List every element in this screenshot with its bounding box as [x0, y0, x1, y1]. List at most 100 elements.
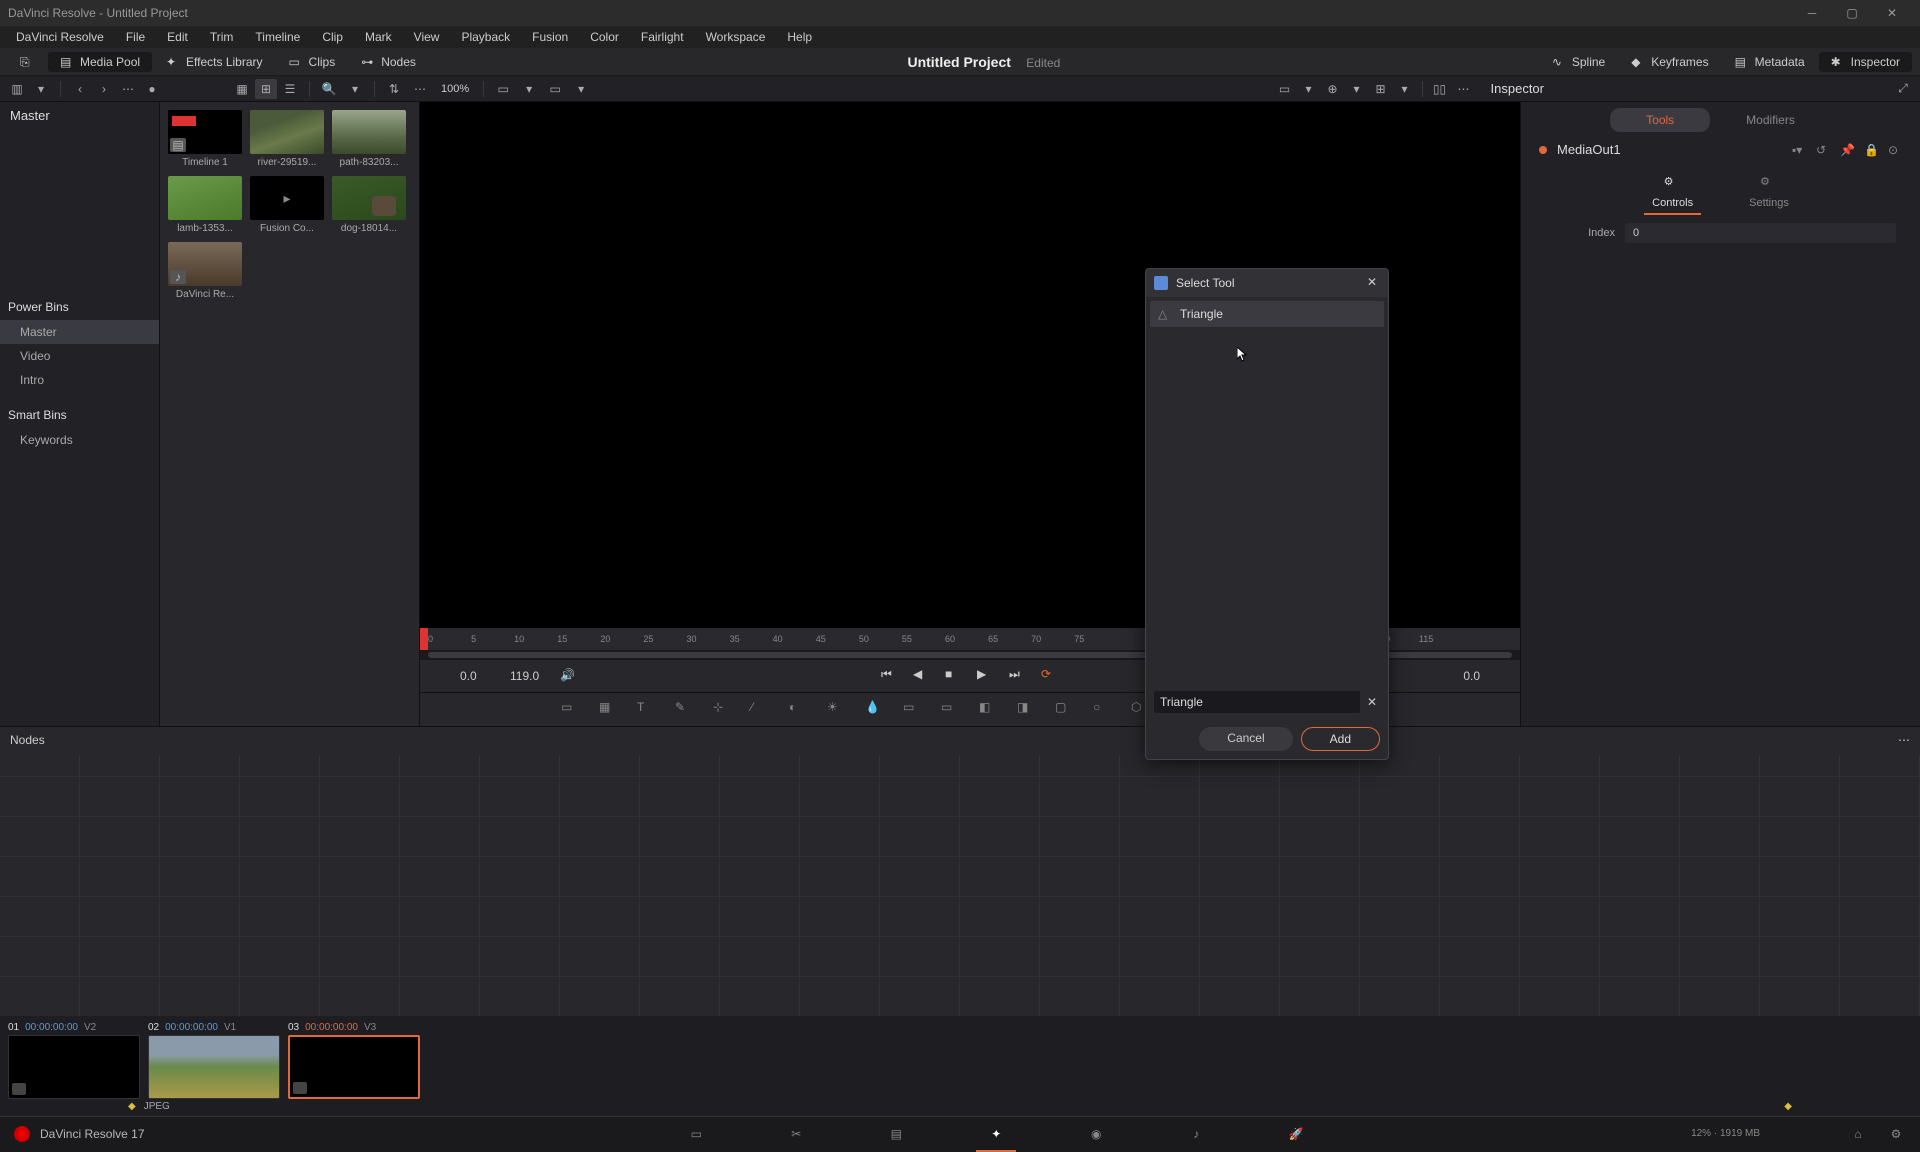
mask-tool-icon[interactable]: ◧ [979, 700, 999, 720]
index-value-input[interactable]: 0 [1625, 223, 1896, 243]
step-back-button[interactable]: ◀ [913, 667, 931, 685]
chevron-down-icon[interactable]: ▾ [518, 79, 540, 99]
power-bins-header[interactable]: Power Bins [0, 294, 159, 320]
node-graph-canvas[interactable] [0, 755, 1920, 1016]
dialog-add-button[interactable]: Add [1301, 727, 1380, 751]
panel-layout-button[interactable]: ▥ [6, 79, 28, 99]
menu-fairlight[interactable]: Fairlight [631, 28, 694, 46]
view-large-icon[interactable]: ▦ [231, 79, 253, 99]
stop-button[interactable]: ■ [945, 667, 963, 685]
version-icon[interactable]: ▪▾ [1792, 143, 1806, 157]
skip-start-button[interactable]: ⏮ [881, 667, 899, 685]
expand-icon[interactable]: ⤢ [1892, 79, 1914, 99]
cut-page-button[interactable]: ✂ [786, 1124, 806, 1144]
transform-tool-icon[interactable]: ▭ [903, 700, 923, 720]
menu-clip[interactable]: Clip [312, 28, 353, 46]
clip-item[interactable]: 0300:00:00:00V3 [288, 1020, 420, 1099]
deliver-page-button[interactable]: 🚀 [1286, 1124, 1306, 1144]
nav-back-button[interactable]: ‹ [69, 79, 91, 99]
window-maximize-button[interactable]: ▢ [1832, 0, 1872, 26]
media-item[interactable]: ▸Fusion Co... [250, 176, 324, 234]
fit-icon[interactable]: ▭ [492, 79, 514, 99]
dialog-tool-list[interactable]: △ Triangle [1146, 297, 1388, 685]
window-close-button[interactable]: ✕ [1872, 0, 1912, 26]
media-item[interactable]: river-29519... [250, 110, 324, 168]
view-grid-icon[interactable]: ⊞ [255, 79, 277, 99]
menu-timeline[interactable]: Timeline [245, 28, 310, 46]
resize-tool-icon[interactable]: ▭ [941, 700, 961, 720]
ellipsis-icon[interactable]: ⋯ [117, 79, 139, 99]
brightness-tool-icon[interactable]: ⁄ [751, 700, 771, 720]
power-bin-intro[interactable]: Intro [0, 368, 159, 392]
media-item[interactable]: path-83203... [332, 110, 406, 168]
play-button[interactable]: ▶ [977, 667, 995, 685]
chevron-down-icon[interactable]: ▾ [30, 79, 52, 99]
merge-tool-icon[interactable]: ▦ [599, 700, 619, 720]
rectangle-tool-icon[interactable]: ▢ [1055, 700, 1075, 720]
media-item[interactable]: ♪DaVinci Re... [168, 242, 242, 300]
chevron-down-icon[interactable]: ▾ [1298, 79, 1320, 99]
menu-playback[interactable]: Playback [451, 28, 520, 46]
sort-button[interactable]: ⇅ [383, 79, 405, 99]
tool-list-item[interactable]: △ Triangle [1150, 301, 1384, 327]
zoom-level[interactable]: 100% [435, 83, 475, 95]
cache-icon[interactable]: ⊙ [1888, 143, 1902, 157]
inspector-modifiers-tab[interactable]: Modifiers [1710, 108, 1831, 132]
inspector-tab[interactable]: ✱Inspector [1819, 52, 1912, 72]
project-settings-button[interactable]: ⚙ [1886, 1124, 1906, 1144]
settings-subtab[interactable]: ⚙Settings [1741, 171, 1797, 215]
media-item[interactable]: ▤Timeline 1 [168, 110, 242, 168]
keyframes-tab[interactable]: ◆Keyframes [1619, 52, 1720, 72]
lock-icon[interactable]: 🔒 [1864, 143, 1878, 157]
background-tool-icon[interactable]: ▭ [561, 700, 581, 720]
chevron-down-icon[interactable]: ▾ [570, 79, 592, 99]
menu-davinci[interactable]: DaVinci Resolve [6, 28, 114, 46]
reset-icon[interactable]: ↺ [1816, 143, 1830, 157]
effects-library-tab[interactable]: ✦Effects Library [154, 52, 274, 72]
power-bin-master[interactable]: Master [0, 320, 159, 344]
inspector-tools-tab[interactable]: Tools [1610, 108, 1710, 132]
media-pool-tab[interactable]: ▤Media Pool [48, 52, 152, 72]
loop-button[interactable]: ⟳ [1041, 667, 1059, 685]
paint-tool-icon[interactable]: ✎ [675, 700, 695, 720]
smart-bins-header[interactable]: Smart Bins [0, 402, 159, 428]
controls-subtab[interactable]: ⚙Controls [1644, 171, 1701, 215]
dialog-cancel-button[interactable]: Cancel [1199, 727, 1292, 751]
view-list-icon[interactable]: ☰ [279, 79, 301, 99]
smart-bin-keywords[interactable]: Keywords [0, 428, 159, 452]
power-bin-video[interactable]: Video [0, 344, 159, 368]
dual-view-icon[interactable]: ▯▯ [1429, 79, 1451, 99]
window-minimize-button[interactable]: ─ [1792, 0, 1832, 26]
clear-search-button[interactable]: ✕ [1364, 695, 1380, 709]
text-tool-icon[interactable]: T [637, 700, 657, 720]
nodes-more-icon[interactable]: ⋯ [1898, 733, 1910, 747]
tracker-tool-icon[interactable]: ⊹ [713, 700, 733, 720]
menu-edit[interactable]: Edit [157, 28, 198, 46]
menu-color[interactable]: Color [580, 28, 629, 46]
dialog-search-input[interactable] [1154, 691, 1360, 713]
volume-icon[interactable]: 🔊 [560, 668, 576, 684]
search-button[interactable]: 🔍 [318, 79, 340, 99]
fairlight-page-button[interactable]: ♪ [1186, 1124, 1206, 1144]
menu-workspace[interactable]: Workspace [696, 28, 776, 46]
nodes-tab[interactable]: ⊶Nodes [349, 52, 428, 72]
node-name[interactable]: MediaOut1 [1557, 142, 1782, 157]
media-item[interactable]: lamb-1353... [168, 176, 242, 234]
chevron-down-icon[interactable]: ▾ [1346, 79, 1368, 99]
pin-icon[interactable]: 📌 [1840, 143, 1854, 157]
media-item[interactable]: dog-18014... [332, 176, 406, 234]
color-tool-icon[interactable]: ◐ [789, 700, 809, 720]
menu-file[interactable]: File [116, 28, 155, 46]
media-page-button[interactable]: ▭ [686, 1124, 706, 1144]
fusion-page-button[interactable]: ✦ [986, 1124, 1006, 1144]
master-bin[interactable]: Master [0, 102, 159, 129]
dropdown-button[interactable]: ⎘ [8, 52, 46, 72]
menu-fusion[interactable]: Fusion [522, 28, 578, 46]
clip-item[interactable]: 0200:00:00:00V1 [148, 1020, 280, 1099]
split-view-icon[interactable]: ▭ [1274, 79, 1296, 99]
clips-tab[interactable]: ▭Clips [277, 52, 348, 72]
metadata-tab[interactable]: ▤Metadata [1723, 52, 1817, 72]
aspect-icon[interactable]: ▭ [544, 79, 566, 99]
globe-icon[interactable]: ⊕ [1322, 79, 1344, 99]
clip-item[interactable]: 0100:00:00:00V2 [8, 1020, 140, 1099]
